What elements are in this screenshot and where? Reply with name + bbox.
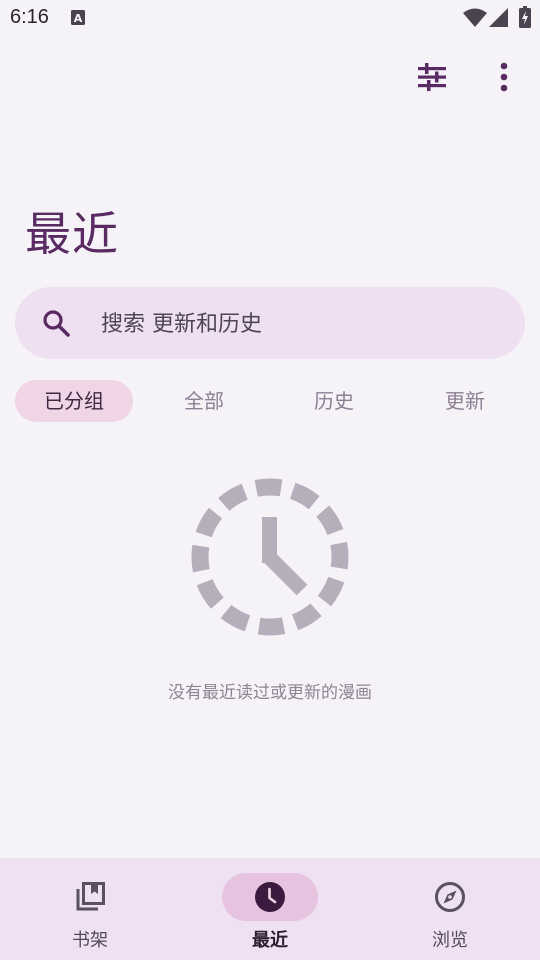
- clock-icon: [255, 882, 285, 912]
- a-indicator-icon: A: [71, 10, 85, 25]
- tab-history[interactable]: 历史: [279, 380, 389, 422]
- wifi-icon: [463, 8, 487, 27]
- more-vert-icon[interactable]: [490, 60, 518, 94]
- nav-library[interactable]: 书架: [0, 858, 180, 960]
- a-indicator-letter: A: [74, 12, 83, 25]
- compass-icon: [435, 882, 465, 912]
- search-input[interactable]: [99, 301, 503, 347]
- nav-browse-label: 浏览: [432, 930, 468, 951]
- page-title: 最近: [25, 207, 119, 261]
- tab-grouped[interactable]: 已分组: [15, 380, 133, 422]
- battery-icon: [519, 6, 531, 28]
- tab-all[interactable]: 全部: [149, 380, 259, 422]
- empty-state-message: 没有最近读过或更新的漫画: [168, 683, 372, 703]
- signal-icon: [489, 8, 508, 27]
- tune-icon[interactable]: [415, 60, 449, 94]
- search-icon[interactable]: [42, 309, 70, 337]
- status-bar: 6:16 A: [0, 0, 540, 36]
- library-icon: [76, 882, 105, 911]
- bottom-navigation: 书架 最近 浏览: [0, 858, 540, 960]
- clock-icon: [191, 478, 349, 636]
- nav-recent-label: 最近: [252, 930, 288, 951]
- nav-recent[interactable]: 最近: [180, 858, 360, 960]
- search-bar[interactable]: [15, 287, 525, 359]
- status-time: 6:16: [10, 6, 49, 28]
- tab-updates[interactable]: 更新: [410, 380, 520, 422]
- nav-library-label: 书架: [72, 930, 108, 951]
- nav-browse[interactable]: 浏览: [360, 858, 540, 960]
